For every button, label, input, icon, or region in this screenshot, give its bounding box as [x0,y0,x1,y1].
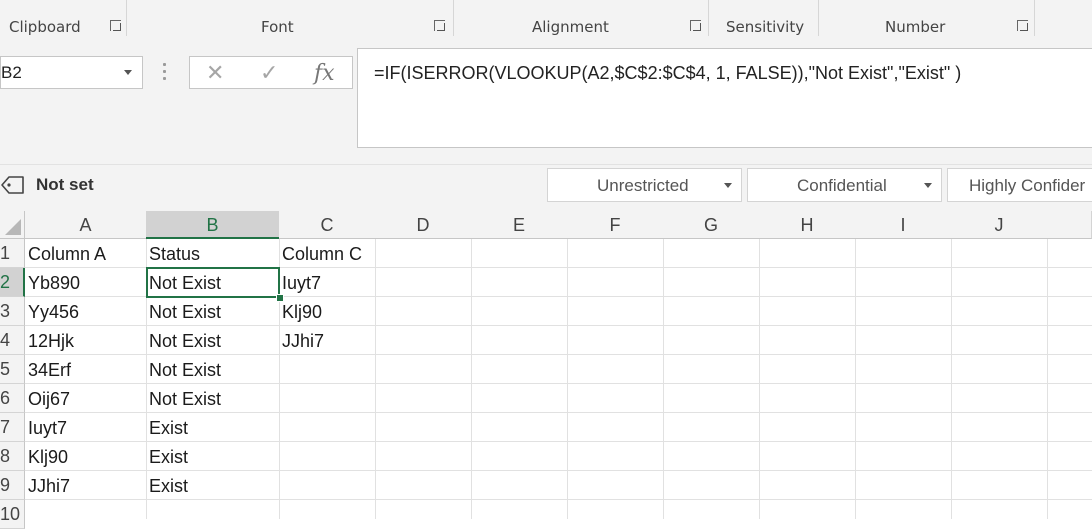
column-header-f[interactable]: F [567,211,664,239]
sensitivity-option-label: Unrestricted [597,176,689,195]
cell-a1[interactable]: Column A [25,239,106,268]
cell-a8[interactable]: Klj90 [25,442,68,471]
active-cell-border [146,267,280,298]
ribbon-group-clipboard-label: Clipboard [9,18,81,36]
insert-function-icon[interactable]: fx [314,61,335,86]
sensitivity-option-confidential[interactable]: Confidential [747,168,942,202]
cell-b6[interactable]: Not Exist [146,384,221,413]
cell-a9[interactable]: JJhi7 [25,471,70,500]
row-header-9[interactable]: 9 [0,471,25,500]
row-header-7[interactable]: 7 [0,413,25,442]
cell-c4[interactable]: JJhi7 [279,326,324,355]
ribbon-separator [708,0,709,36]
cell-a7[interactable]: Iuyt7 [25,413,67,442]
sensitivity-current-label: Not set [36,175,94,194]
sensitivity-option-label: Confidential [797,176,887,195]
ribbon-group-sensitivity-label: Sensitivity [726,18,805,36]
cancel-icon[interactable]: ✕ [206,61,224,86]
row-header-4[interactable]: 4 [0,326,25,355]
row-header-1[interactable]: 1 [0,239,25,268]
enter-check-icon[interactable]: ✓ [260,61,278,86]
spreadsheet-grid[interactable]: A B C D E F G H I J 1 2 3 4 5 6 7 8 9 10… [0,211,1092,529]
column-header-a[interactable]: A [25,211,147,239]
column-header-b[interactable]: B [146,211,280,239]
ribbon-group-font-label: Font [261,18,294,36]
ribbon-group-labels: Clipboard Font Alignment Sensitivity Num… [0,0,1092,40]
cell-c2[interactable]: Iuyt7 [279,268,321,297]
name-box[interactable]: B2 [0,56,143,89]
cell-a3[interactable]: Yy456 [25,297,79,326]
formula-bar-resize-handle-icon[interactable] [163,63,167,83]
ribbon-separator [1034,0,1035,36]
row-header-6[interactable]: 6 [0,384,25,413]
column-header-h[interactable]: H [759,211,856,239]
name-box-value: B2 [1,63,22,82]
column-header-d[interactable]: D [375,211,472,239]
cell-a6[interactable]: Oij67 [25,384,70,413]
cell-b1[interactable]: Status [146,239,200,268]
select-all-corner[interactable] [0,211,25,239]
chevron-down-icon [724,183,732,188]
ribbon-group-alignment-label: Alignment [532,18,609,36]
row-header-10[interactable]: 10 [0,500,25,529]
cell-b3[interactable]: Not Exist [146,297,221,326]
row-header-2[interactable]: 2 [0,268,25,297]
ribbon-separator [126,0,127,36]
chevron-down-icon [924,183,932,188]
cell-a4[interactable]: 12Hjk [25,326,74,355]
column-header-i[interactable]: I [855,211,952,239]
chevron-down-icon[interactable] [124,70,132,75]
number-dialog-launcher-icon[interactable] [1017,20,1029,32]
ribbon-separator [818,0,819,36]
alignment-dialog-launcher-icon[interactable] [690,20,702,32]
ribbon-separator [453,0,454,36]
row-header-3[interactable]: 3 [0,297,25,326]
tag-icon [1,176,24,194]
formula-buttons: ✕ ✓ fx [189,56,353,89]
column-header-k[interactable] [1047,211,1092,239]
column-header-e[interactable]: E [471,211,568,239]
column-header-c[interactable]: C [279,211,376,239]
clipboard-dialog-launcher-icon[interactable] [110,20,122,32]
cell-c1[interactable]: Column C [279,239,362,268]
row-header-5[interactable]: 5 [0,355,25,384]
cell-a5[interactable]: 34Erf [25,355,71,384]
sensitivity-option-label: Highly Confider [969,176,1086,195]
font-dialog-launcher-icon[interactable] [434,20,446,32]
sensitivity-option-unrestricted[interactable]: Unrestricted [547,168,742,202]
formula-bar-input[interactable]: =IF(ISERROR(VLOOKUP(A2,$C$2:$C$4, 1, FAL… [357,48,1092,148]
cell-c3[interactable]: Klj90 [279,297,322,326]
fill-handle[interactable] [276,294,284,302]
cell-b4[interactable]: Not Exist [146,326,221,355]
cell-b7[interactable]: Exist [146,413,188,442]
cell-b5[interactable]: Not Exist [146,355,221,384]
column-header-g[interactable]: G [663,211,760,239]
cell-b9[interactable]: Exist [146,471,188,500]
cell-a2[interactable]: Yb890 [25,268,80,297]
column-header-j[interactable]: J [951,211,1048,239]
formula-text: =IF(ISERROR(VLOOKUP(A2,$C$2:$C$4, 1, FAL… [374,63,962,83]
cell-b8[interactable]: Exist [146,442,188,471]
ribbon-group-number-label: Number [885,18,946,36]
row-header-8[interactable]: 8 [0,442,25,471]
sensitivity-option-highly-confidential[interactable]: Highly Confider [947,168,1092,202]
